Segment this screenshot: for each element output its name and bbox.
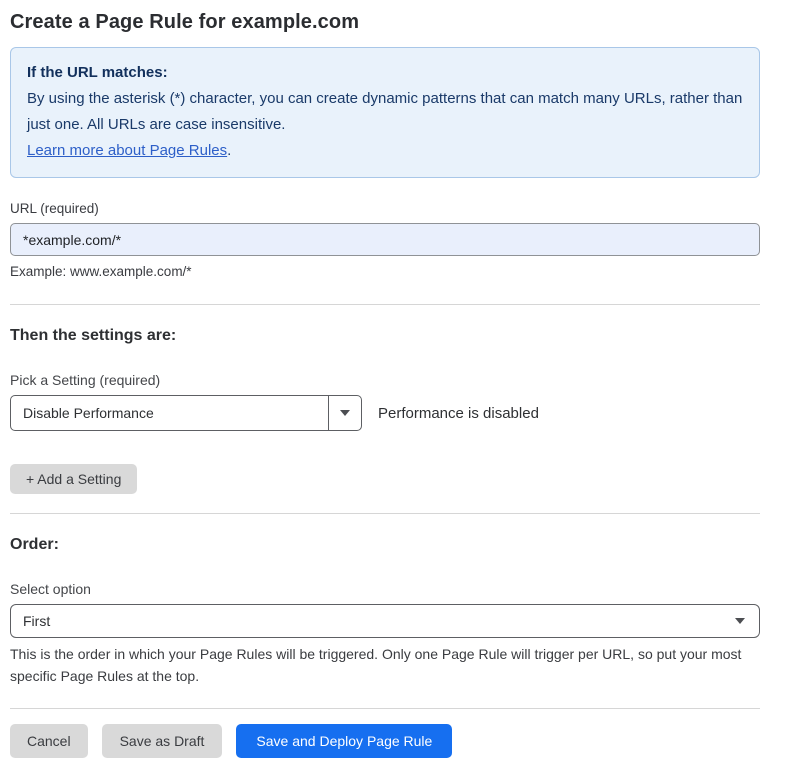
chevron-down-icon [735, 618, 745, 624]
order-select-value: First [23, 613, 50, 629]
link-period: . [227, 142, 231, 159]
url-field-label: URL (required) [10, 200, 760, 217]
form-action-row: Cancel Save as Draft Save and Deploy Pag… [10, 724, 760, 758]
divider [10, 304, 760, 305]
add-setting-button[interactable]: + Add a Setting [10, 464, 137, 494]
url-example-text: Example: www.example.com/* [10, 263, 760, 280]
page-title: Create a Page Rule for example.com [10, 10, 760, 34]
pick-setting-label: Pick a Setting (required) [10, 371, 760, 389]
settings-section-heading: Then the settings are: [10, 326, 760, 346]
divider [10, 708, 760, 709]
setting-select[interactable]: Disable Performance [10, 395, 362, 431]
order-help-text: This is the order in which your Page Rul… [10, 643, 760, 687]
url-input[interactable] [10, 223, 760, 256]
order-section-heading: Order: [10, 535, 760, 555]
order-select-label: Select option [10, 580, 760, 598]
cancel-button[interactable]: Cancel [10, 724, 88, 758]
divider [10, 513, 760, 514]
url-match-info-box: If the URL matches: By using the asteris… [10, 47, 760, 178]
save-as-draft-button[interactable]: Save as Draft [102, 724, 223, 758]
setting-select-arrow-button[interactable] [328, 396, 361, 430]
setting-status-text: Performance is disabled [378, 405, 539, 422]
learn-more-link[interactable]: Learn more about Page Rules [27, 142, 227, 159]
info-box-link-line: Learn more about Page Rules. [27, 138, 743, 164]
order-select[interactable]: First [10, 604, 760, 638]
save-and-deploy-button[interactable]: Save and Deploy Page Rule [236, 724, 452, 758]
info-box-body: By using the asterisk (*) character, you… [27, 86, 743, 138]
setting-select-value: Disable Performance [11, 396, 328, 430]
chevron-down-icon [340, 410, 350, 416]
info-box-heading: If the URL matches: [27, 60, 743, 86]
setting-picker-row: Disable Performance Performance is disab… [10, 395, 760, 431]
